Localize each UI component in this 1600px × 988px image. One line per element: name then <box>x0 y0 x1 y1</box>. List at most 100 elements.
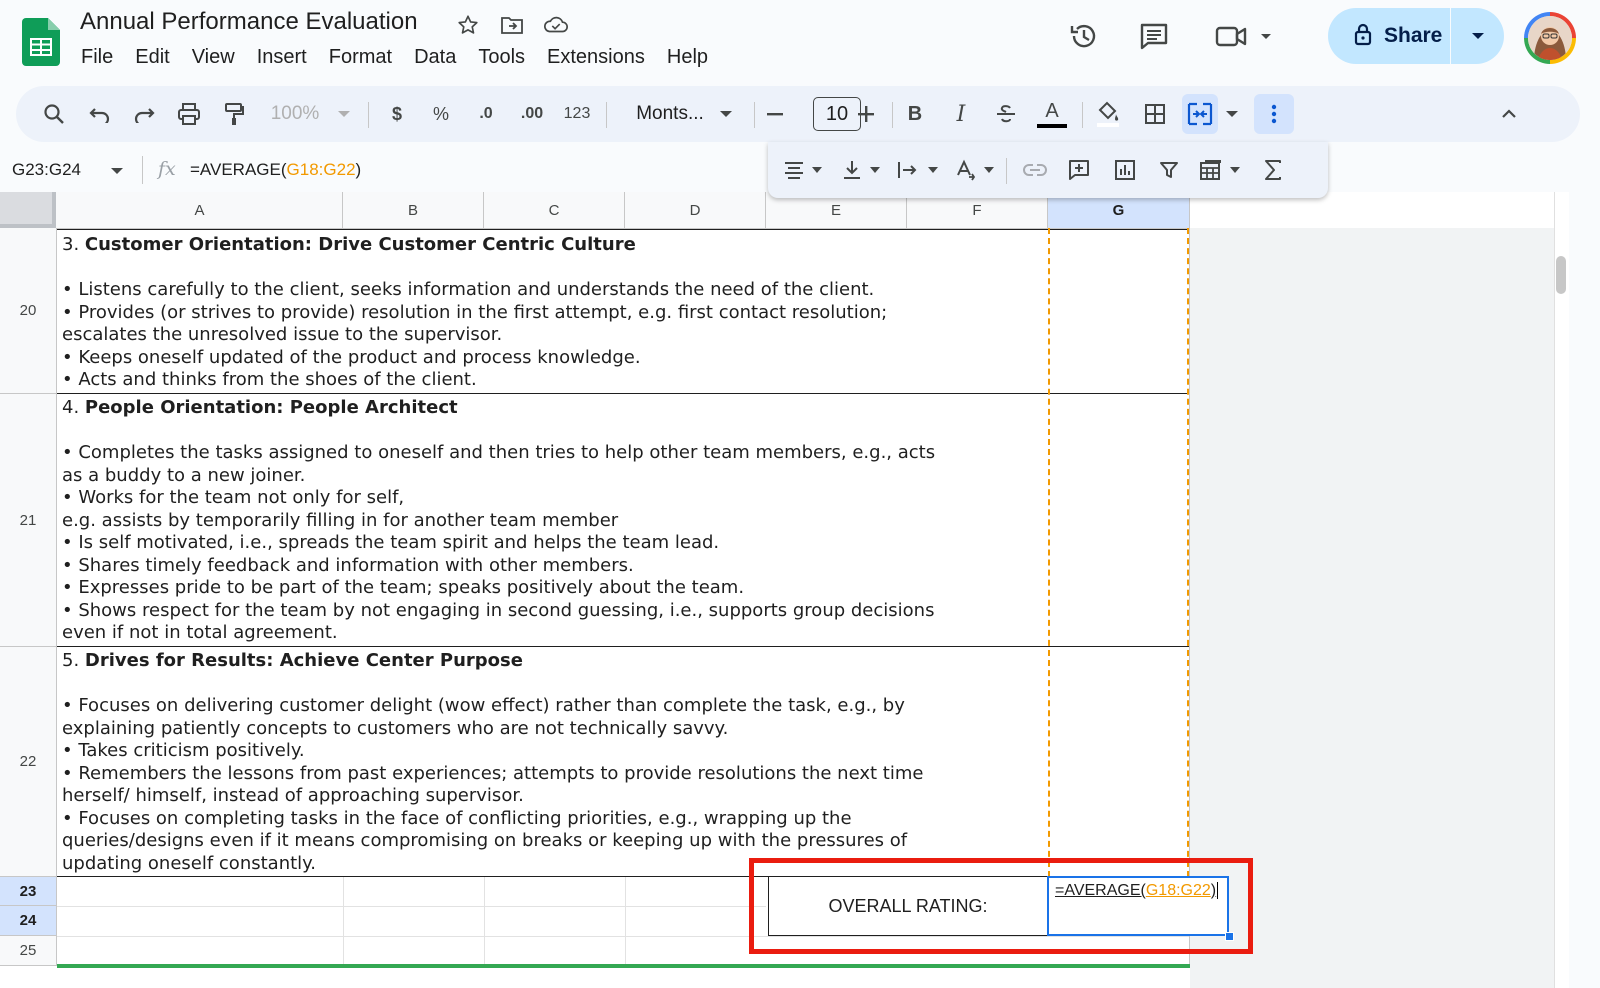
print-icon[interactable] <box>171 86 207 142</box>
formula-suffix: ) <box>355 160 362 179</box>
cell-a20-line: escalates the unresolved issue to the su… <box>62 324 503 345</box>
zoom-select[interactable]: 100% <box>262 86 328 142</box>
increase-decimal-button[interactable]: .00 <box>512 86 552 142</box>
version-history-icon[interactable] <box>1062 14 1106 58</box>
column-gridline <box>625 877 626 965</box>
row-header-23[interactable]: 23 <box>0 877 57 906</box>
share-main-area[interactable]: Share <box>1328 8 1450 64</box>
cell-a20-heading: Customer Orientation: Drive Customer Cen… <box>84 234 636 255</box>
cell-a20-line: • Provides (or strives to provide) resol… <box>62 301 888 323</box>
menu-tools[interactable]: Tools <box>467 44 536 71</box>
text-wrapping-icon[interactable] <box>892 142 924 198</box>
font-dropdown-icon[interactable] <box>716 86 736 142</box>
font-family-select[interactable]: Monts... <box>620 86 720 142</box>
column-header-c[interactable]: C <box>484 192 625 228</box>
row-header-20[interactable]: 20 <box>0 228 57 394</box>
name-box[interactable]: G23:G24 <box>12 160 81 180</box>
bold-button[interactable]: B <box>900 86 930 142</box>
range-highlight-g18-g22 <box>1048 228 1189 877</box>
collapse-menus-icon[interactable] <box>1494 86 1524 142</box>
cloud-saved-icon[interactable] <box>543 12 569 38</box>
table-dropdown-icon[interactable] <box>1226 142 1244 198</box>
account-avatar[interactable] <box>1524 12 1576 64</box>
formula-input[interactable]: =AVERAGE(G18:G22) <box>190 160 361 180</box>
cell-a22-line: • Takes criticism positively. <box>62 740 305 761</box>
vertical-scrollbar[interactable] <box>1554 192 1569 988</box>
insert-chart-icon[interactable] <box>1108 142 1142 198</box>
decrease-font-size-icon[interactable] <box>764 86 786 142</box>
comments-icon[interactable] <box>1132 14 1176 58</box>
menu-data[interactable]: Data <box>403 44 467 71</box>
meet-camera-icon[interactable] <box>1208 14 1280 58</box>
row-gridline <box>57 906 766 907</box>
table-view-icon[interactable] <box>1194 142 1228 198</box>
share-button[interactable]: Share <box>1328 8 1504 64</box>
menu-file[interactable]: File <box>70 44 124 71</box>
menu-edit[interactable]: Edit <box>124 44 180 71</box>
menu-help[interactable]: Help <box>656 44 719 71</box>
star-icon[interactable] <box>455 12 481 38</box>
cell-a22-line: queries/designs even if it means comprom… <box>62 830 908 851</box>
italic-button[interactable]: I <box>946 86 976 142</box>
horizontal-align-icon[interactable] <box>778 142 810 198</box>
toolbar-divider <box>1006 158 1007 184</box>
cell-a21-line: even if not in total agreement. <box>62 622 338 643</box>
currency-format-button[interactable]: $ <box>382 86 412 142</box>
menu-bar: File Edit View Insert Format Data Tools … <box>70 44 719 71</box>
cell-a22[interactable]: 5. Drives for Results: Achieve Center Pu… <box>62 650 923 875</box>
strikethrough-icon[interactable] <box>990 86 1022 142</box>
row-header-24[interactable]: 24 <box>0 906 57 936</box>
cell-a20[interactable]: 3. Customer Orientation: Drive Customer … <box>62 234 887 392</box>
column-header-a[interactable]: A <box>57 192 343 228</box>
functions-sigma-icon[interactable] <box>1256 142 1290 198</box>
borders-icon[interactable] <box>1138 86 1172 142</box>
create-filter-icon[interactable] <box>1152 142 1186 198</box>
paint-format-icon[interactable] <box>216 86 252 142</box>
text-color-letter: A <box>1045 99 1059 122</box>
redo-icon[interactable] <box>126 86 162 142</box>
insert-comment-icon[interactable] <box>1062 142 1096 198</box>
vertical-align-icon[interactable] <box>836 142 868 198</box>
row-header-22[interactable]: 22 <box>0 647 57 877</box>
number-format-button[interactable]: 123 <box>560 86 594 142</box>
column-header-d[interactable]: D <box>625 192 766 228</box>
select-all-corner[interactable] <box>0 192 56 228</box>
cell-a21[interactable]: 4. People Orientation: People Architect … <box>62 397 935 645</box>
toolbar-divider <box>1082 102 1083 128</box>
document-title[interactable]: Annual Performance Evaluation <box>80 8 418 36</box>
text-rotation-icon[interactable] <box>950 142 982 198</box>
rotation-dropdown-icon[interactable] <box>980 142 998 198</box>
share-dropdown-arrow-icon[interactable] <box>1451 8 1504 64</box>
zoom-dropdown-icon[interactable] <box>334 86 354 142</box>
percent-format-button[interactable]: % <box>426 86 456 142</box>
menu-insert[interactable]: Insert <box>246 44 318 71</box>
merge-cells-icon[interactable] <box>1182 94 1218 134</box>
toolbar-divider <box>606 102 607 128</box>
column-header-b[interactable]: B <box>343 192 484 228</box>
cell-a22-heading: Drives for Results: Achieve Center Purpo… <box>84 650 523 671</box>
search-menus-icon[interactable] <box>36 86 72 142</box>
sheets-logo-icon[interactable] <box>22 18 60 66</box>
menu-format[interactable]: Format <box>318 44 403 71</box>
menu-extensions[interactable]: Extensions <box>536 44 656 71</box>
valign-dropdown-icon[interactable] <box>866 142 884 198</box>
decrease-decimal-button[interactable]: .0 <box>468 86 504 142</box>
more-options-icon[interactable] <box>1254 94 1294 134</box>
formula-range: G18:G22 <box>286 160 356 179</box>
row-header-25[interactable]: 25 <box>0 936 57 966</box>
fill-color-icon[interactable] <box>1090 86 1126 142</box>
text-color-button[interactable]: A <box>1034 86 1070 142</box>
menu-view[interactable]: View <box>181 44 246 71</box>
column-gridline <box>343 877 344 965</box>
wrap-dropdown-icon[interactable] <box>924 142 942 198</box>
row-header-21[interactable]: 21 <box>0 394 57 647</box>
align-dropdown-icon[interactable] <box>808 142 826 198</box>
increase-font-size-icon[interactable] <box>854 86 878 142</box>
scrollbar-thumb[interactable] <box>1556 256 1566 294</box>
insert-link-icon[interactable] <box>1018 142 1052 198</box>
name-box-dropdown-icon[interactable] <box>110 160 124 185</box>
cell-a21-line: • Is self motivated, i.e., spreads the t… <box>62 532 720 553</box>
merge-dropdown-icon[interactable] <box>1222 86 1242 142</box>
move-to-folder-icon[interactable] <box>499 12 525 38</box>
undo-icon[interactable] <box>82 86 118 142</box>
